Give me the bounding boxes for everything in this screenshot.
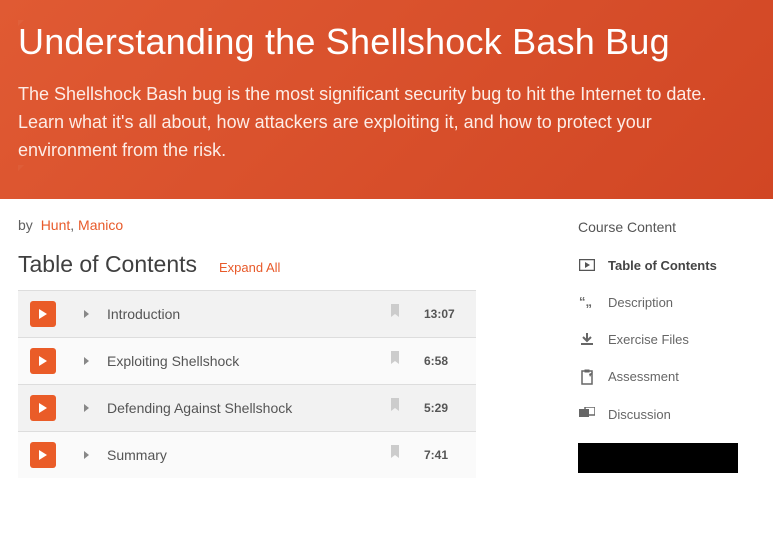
bookmark-icon[interactable]	[390, 398, 400, 417]
play-button[interactable]	[30, 395, 56, 421]
sidebar-title: Course Content	[578, 219, 773, 235]
play-button[interactable]	[30, 348, 56, 374]
bookmark-icon[interactable]	[390, 351, 400, 370]
toc-heading: Table of Contents	[18, 251, 197, 278]
course-title: Understanding the Shellshock Bash Bug	[18, 20, 755, 63]
play-icon	[38, 309, 48, 319]
sidebar-item-toc[interactable]: Table of Contents	[578, 247, 773, 284]
expand-chevron-icon[interactable]	[84, 404, 89, 412]
module-title[interactable]: Exploiting Shellshock	[107, 353, 376, 369]
sidebar-item-exercise-files[interactable]: Exercise Files	[578, 321, 773, 358]
duration-label: 7:41	[424, 448, 464, 462]
expand-all-link[interactable]: Expand All	[219, 260, 280, 275]
sidebar-item-description[interactable]: “„ Description	[578, 284, 773, 321]
ad-placeholder	[578, 443, 738, 473]
sidebar-item-discussion[interactable]: Discussion	[578, 396, 773, 433]
expand-chevron-icon[interactable]	[84, 451, 89, 459]
download-icon	[578, 332, 596, 346]
toc-row[interactable]: Summary 7:41	[18, 431, 476, 478]
byline: by Hunt, Manico	[18, 217, 568, 233]
play-button[interactable]	[30, 301, 56, 327]
by-label: by	[18, 217, 33, 233]
toc-row[interactable]: Defending Against Shellshock 5:29	[18, 384, 476, 431]
author-link[interactable]: Manico	[78, 217, 123, 233]
hero-banner: Understanding the Shellshock Bash Bug Th…	[0, 0, 773, 199]
play-button[interactable]	[30, 442, 56, 468]
svg-text:“„: “„	[579, 296, 592, 308]
duration-label: 13:07	[424, 307, 464, 321]
quotes-icon: “„	[578, 296, 596, 308]
sidebar-item-label: Table of Contents	[608, 258, 717, 273]
toc-list: Introduction 13:07 Exploiting Shellshock…	[18, 290, 476, 478]
main-column: by Hunt, Manico Table of Contents Expand…	[18, 217, 568, 478]
discussion-icon	[578, 407, 596, 421]
clipboard-icon	[578, 369, 596, 385]
sidebar-item-label: Assessment	[608, 369, 679, 384]
bookmark-icon[interactable]	[390, 445, 400, 464]
toc-row[interactable]: Introduction 13:07	[18, 290, 476, 337]
play-icon	[38, 403, 48, 413]
module-title[interactable]: Defending Against Shellshock	[107, 400, 376, 416]
duration-label: 6:58	[424, 354, 464, 368]
module-title[interactable]: Summary	[107, 447, 376, 463]
expand-chevron-icon[interactable]	[84, 357, 89, 365]
play-icon	[38, 450, 48, 460]
sidebar: Course Content Table of Contents “„ Desc…	[578, 217, 773, 478]
sidebar-item-label: Discussion	[608, 407, 671, 422]
author-link[interactable]: Hunt	[41, 217, 71, 233]
play-icon	[38, 356, 48, 366]
sidebar-item-label: Description	[608, 295, 673, 310]
module-title[interactable]: Introduction	[107, 306, 376, 322]
toc-row[interactable]: Exploiting Shellshock 6:58	[18, 337, 476, 384]
bookmark-icon[interactable]	[390, 304, 400, 323]
duration-label: 5:29	[424, 401, 464, 415]
play-box-icon	[578, 259, 596, 271]
course-subtitle: The Shellshock Bash bug is the most sign…	[18, 81, 738, 165]
expand-chevron-icon[interactable]	[84, 310, 89, 318]
sidebar-item-label: Exercise Files	[608, 332, 689, 347]
sidebar-item-assessment[interactable]: Assessment	[578, 358, 773, 396]
